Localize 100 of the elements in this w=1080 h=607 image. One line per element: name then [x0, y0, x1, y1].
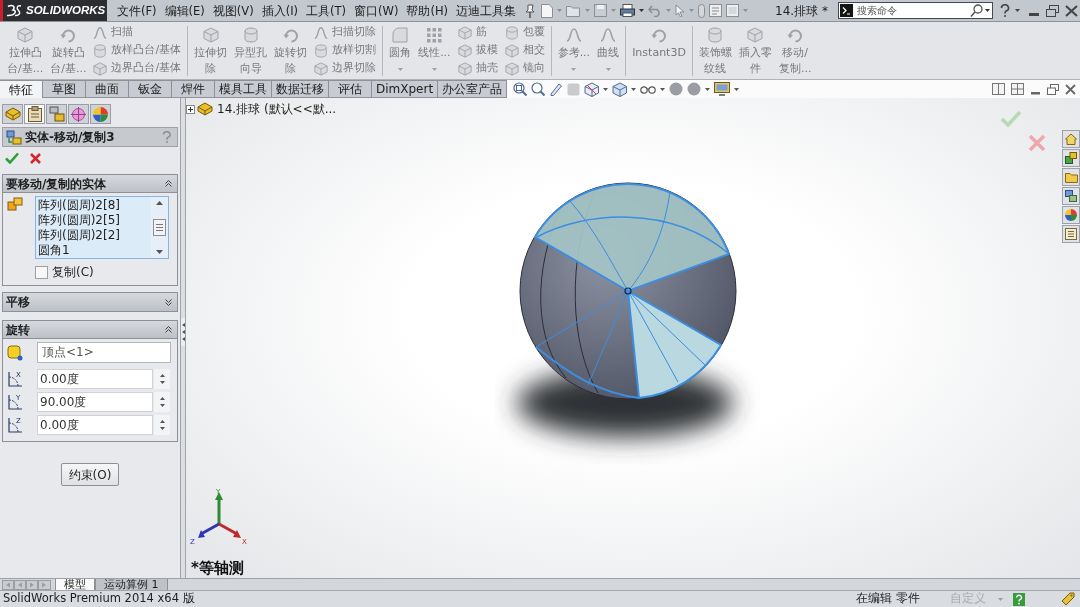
spin-up-icon	[159, 397, 165, 400]
command-tab[interactable]: 评估	[329, 80, 372, 98]
restore-icon[interactable]	[1046, 4, 1059, 17]
command-tab[interactable]: 焊件	[172, 80, 215, 98]
tag-icon[interactable]	[1061, 592, 1075, 606]
angle-field[interactable]: 0.00度	[37, 415, 153, 435]
constraint-button[interactable]: 约束(O)	[61, 463, 119, 486]
command-tab[interactable]: 数据迁移	[272, 80, 329, 98]
menu-item[interactable]: 帮助(H)	[406, 0, 449, 21]
check-icon[interactable]	[1000, 110, 1022, 127]
collapse-handle[interactable]	[181, 318, 185, 346]
spin-down-icon	[159, 381, 165, 384]
menu-item[interactable]: 工具(T)	[306, 0, 347, 21]
spinner[interactable]	[154, 415, 170, 435]
checkbox[interactable]	[35, 265, 48, 279]
scrollbar-thumb[interactable]	[153, 219, 166, 236]
zoom-area-icon[interactable]	[531, 82, 546, 96]
panel-tab[interactable]	[2, 104, 23, 124]
command-tab[interactable]: 特征	[0, 80, 43, 98]
command-tab[interactable]: 办公室产品	[438, 80, 508, 98]
menu-item[interactable]: 插入(I)	[261, 0, 299, 21]
split-view-icon[interactable]	[1011, 83, 1024, 95]
spin-down-icon	[159, 427, 165, 430]
help-icon[interactable]	[999, 4, 1011, 17]
capsule-icon[interactable]	[698, 3, 706, 18]
selection-field[interactable]: 顶点<1>	[37, 342, 171, 363]
list-item[interactable]: 阵列(圆周)2[2]	[38, 228, 151, 243]
search-icon[interactable]	[970, 4, 983, 17]
command-tab[interactable]: 曲面	[86, 80, 129, 98]
folder-icon[interactable]	[566, 4, 582, 17]
panel-tab[interactable]	[24, 104, 45, 124]
section-header[interactable]: 旋转	[3, 321, 177, 339]
cursor-arrow-icon[interactable]	[675, 4, 686, 17]
spin-down-icon	[159, 404, 165, 407]
pencil-icon[interactable]	[549, 82, 564, 96]
task-pane-tab[interactable]	[1062, 187, 1080, 205]
section-cube-icon[interactable]	[584, 81, 600, 97]
menu-item[interactable]: 编辑(E)	[164, 0, 205, 21]
sphere-icon[interactable]	[687, 82, 702, 96]
spinner[interactable]	[154, 369, 170, 389]
angle-field[interactable]: 90.00度	[37, 392, 153, 412]
list-item[interactable]: 圆角1	[38, 243, 151, 258]
panel-tab[interactable]	[68, 104, 89, 124]
crosshair-icon	[71, 106, 86, 122]
checkbox-label[interactable]: 复制(C)	[52, 263, 94, 281]
zoom-to-fit-icon[interactable]	[513, 82, 528, 96]
cube-icon	[457, 25, 472, 40]
panel-tab[interactable]	[90, 104, 111, 124]
ok-button[interactable]	[5, 151, 19, 165]
document-list-icon	[1065, 228, 1077, 240]
cube-icon[interactable]	[612, 81, 628, 97]
menu-item[interactable]: 文件(F)	[117, 0, 157, 21]
section-header[interactable]: 要移动/复制的实体	[3, 175, 177, 193]
window-icon[interactable]	[726, 4, 740, 17]
search-field[interactable]: 搜索命令	[838, 2, 993, 19]
dot-grid-icon	[426, 27, 443, 43]
spinner[interactable]	[154, 392, 170, 412]
task-pane-tab[interactable]	[1062, 130, 1080, 148]
new-page-icon[interactable]	[541, 3, 554, 18]
help-icon[interactable]	[1013, 592, 1025, 606]
close-icon	[29, 152, 41, 164]
task-pane-tab[interactable]	[1062, 206, 1080, 224]
split-view-icon[interactable]	[992, 83, 1005, 95]
monitor-icon[interactable]	[714, 82, 731, 96]
cubes-icon	[7, 196, 23, 212]
command-tab[interactable]: DimXpert	[372, 80, 439, 98]
command-tab[interactable]: 草图	[43, 80, 86, 98]
close-icon[interactable]	[1065, 83, 1076, 95]
pin-icon[interactable]	[525, 3, 536, 18]
printer-icon[interactable]	[620, 4, 636, 17]
block-icon	[4, 107, 21, 121]
expand-chevron-icon[interactable]	[165, 298, 172, 306]
sphere-icon[interactable]	[669, 82, 684, 96]
command-tab[interactable]: 钣金	[129, 80, 172, 98]
collapse-chevron-icon[interactable]	[165, 326, 172, 333]
command-tab[interactable]: 模具工具	[215, 80, 272, 98]
spin-up-icon	[159, 420, 165, 423]
cancel-button[interactable]	[29, 152, 41, 164]
menu-item[interactable]: 迈迪工具集	[456, 0, 517, 21]
grip-icon	[156, 224, 163, 231]
tree-item[interactable]: 14.排球 (默认<<默...	[217, 102, 337, 116]
close-icon[interactable]	[1065, 4, 1078, 17]
block-icon	[197, 102, 213, 116]
angle-field[interactable]: 0.00度	[37, 369, 153, 389]
glasses-icon[interactable]	[640, 83, 657, 95]
task-pane-tab[interactable]	[1062, 149, 1080, 167]
task-pane-tab[interactable]	[1062, 168, 1080, 186]
list-item[interactable]: 阵列(圆周)2[5]	[38, 213, 151, 228]
expand-icon[interactable]	[186, 104, 195, 114]
collapse-chevron-icon[interactable]	[165, 180, 172, 187]
menu-item[interactable]: 视图(V)	[212, 0, 254, 21]
panel-tab[interactable]	[46, 104, 67, 124]
selection-list[interactable]: 阵列(圆周)2[8] 阵列(圆周)2[5] 阵列(圆周)2[2] 圆角1	[35, 196, 169, 259]
restore-icon[interactable]	[1047, 83, 1059, 95]
document-icon[interactable]	[709, 4, 723, 17]
menu-item[interactable]: 窗口(W)	[354, 0, 399, 21]
caret-icon	[985, 9, 990, 12]
list-item[interactable]: 阵列(圆周)2[8]	[38, 198, 151, 213]
cube-icon	[314, 61, 329, 76]
task-pane-tab[interactable]	[1062, 225, 1080, 243]
